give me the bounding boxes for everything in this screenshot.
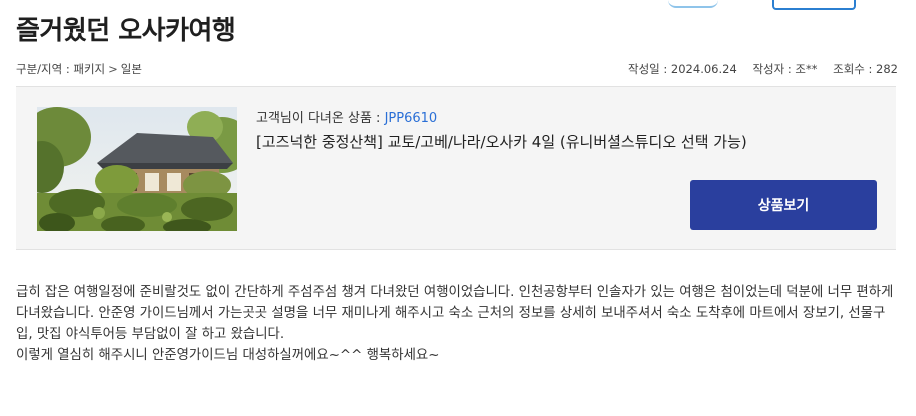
breadcrumb-category: 구분/지역 : 패키지: [16, 62, 106, 76]
product-name[interactable]: [고즈넉한 중정산책] 교토/고베/나라/오사카 4일 (유니버셜스튜디오 선택…: [256, 131, 747, 152]
review-closing: 이렇게 열심히 해주시니 안준영가이드님 대성하실꺼에요~^^ 행복하세요~: [16, 348, 440, 363]
breadcrumb-region: 일본: [120, 62, 142, 76]
product-code[interactable]: JPP6610: [385, 111, 438, 126]
post-author: 작성자 : 조**: [752, 62, 818, 76]
product-card: 고객님이 다녀온 상품 : JPP6610 [고즈넉한 중정산책] 교토/고베/…: [16, 86, 896, 250]
top-outline-button[interactable]: [772, 0, 856, 10]
meta-row: 구분/지역 : 패키지 > 일본 작성일 : 2024.06.24 작성자 : 조*…: [16, 61, 898, 77]
review-content: 급히 잡은 여행일정에 준비랄것도 없이 간단하게 주섬주섬 챙겨 다녀왔던 여…: [16, 282, 900, 366]
visited-product-line: 고객님이 다녀온 상품 : JPP6610: [256, 107, 437, 126]
post-views: 조회수 : 282: [833, 62, 898, 76]
page-title: 즐거웠던 오사카여행: [16, 16, 236, 46]
garden-house-image: [37, 107, 237, 231]
view-product-button[interactable]: 상품보기: [690, 180, 877, 230]
breadcrumb-separator: >: [108, 62, 118, 76]
visited-label: 고객님이 다녀온 상품 :: [256, 111, 385, 126]
product-thumbnail[interactable]: [37, 107, 237, 231]
post-date: 작성일 : 2024.06.24: [628, 62, 737, 76]
post-info: 작성일 : 2024.06.24 작성자 : 조** 조회수 : 282: [616, 61, 898, 77]
top-decoration: [668, 0, 718, 8]
review-paragraph: 급히 잡은 여행일정에 준비랄것도 없이 간단하게 주섬주섬 챙겨 다녀왔던 여…: [16, 285, 894, 342]
breadcrumb: 구분/지역 : 패키지 > 일본: [16, 61, 142, 77]
